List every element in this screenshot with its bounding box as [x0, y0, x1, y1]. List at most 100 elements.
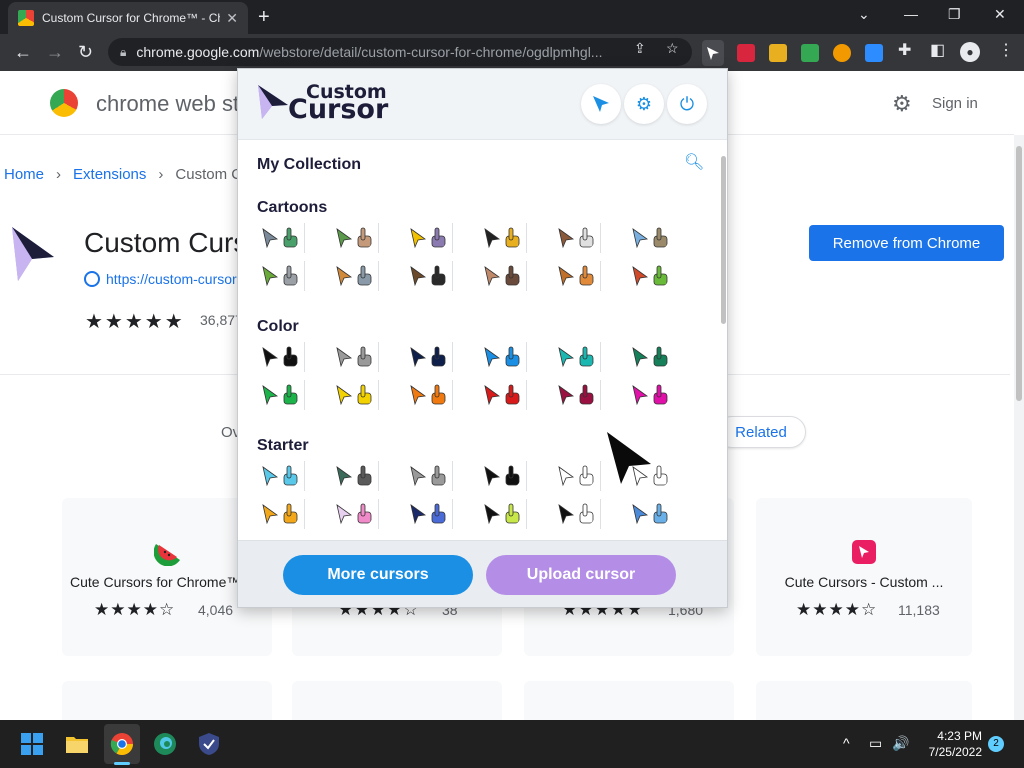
cursor-option[interactable]: [331, 223, 379, 253]
power-button[interactable]: ⏻: [667, 84, 707, 124]
lock-icon[interactable]: 🔒︎: [120, 45, 126, 60]
cursor-option[interactable]: [627, 499, 675, 529]
extension-rating-stars: ★★★★★: [85, 311, 185, 333]
cursor-option[interactable]: [627, 261, 675, 291]
cursor-option[interactable]: [553, 461, 601, 491]
tab-close-icon[interactable]: ✕: [226, 10, 238, 27]
puzzle-icon[interactable]: ✚: [898, 40, 911, 60]
my-collection-heading[interactable]: My Collection: [257, 156, 361, 174]
cursor-option[interactable]: [257, 380, 305, 410]
cursor-option[interactable]: [553, 342, 601, 372]
cursor-option[interactable]: [405, 380, 453, 410]
arrow-cursor-icon: [410, 385, 427, 406]
arrow-cursor-icon: [558, 466, 575, 487]
cursor-option[interactable]: [405, 499, 453, 529]
notification-badge[interactable]: 2: [988, 736, 1004, 752]
cursor-option[interactable]: [405, 261, 453, 291]
cursor-option[interactable]: [331, 499, 379, 529]
file-explorer-icon[interactable]: [65, 732, 89, 756]
cursor-option[interactable]: [627, 380, 675, 410]
cursor-option[interactable]: [553, 223, 601, 253]
arrow-cursor-icon: [262, 385, 279, 406]
gear-icon[interactable]: ⚙: [892, 91, 912, 117]
browser-tab[interactable]: Custom Cursor for Chrome™ - Ch ✕: [8, 2, 248, 34]
cursor-option[interactable]: [627, 223, 675, 253]
cursor-option[interactable]: [331, 380, 379, 410]
cursor-option[interactable]: [257, 461, 305, 491]
hand-cursor-icon: [283, 384, 298, 405]
search-icon[interactable]: 🔍︎: [684, 152, 704, 172]
cursor-option[interactable]: [405, 461, 453, 491]
reload-button[interactable]: ↻: [78, 42, 93, 62]
windows-start-icon[interactable]: [20, 732, 44, 756]
extension-orange-icon[interactable]: [833, 44, 851, 62]
cursor-option[interactable]: [553, 261, 601, 291]
cursor-option[interactable]: [479, 380, 527, 410]
extension-green-icon[interactable]: [801, 44, 819, 62]
cursor-option[interactable]: [331, 342, 379, 372]
volume-icon[interactable]: 🔊: [892, 735, 909, 752]
breadcrumb-extensions[interactable]: Extensions: [73, 166, 146, 183]
more-cursors-button[interactable]: More cursors: [283, 555, 473, 595]
forward-button[interactable]: →: [46, 42, 64, 62]
back-button[interactable]: ←: [14, 42, 32, 62]
shield-app-icon[interactable]: [197, 732, 221, 756]
related-card[interactable]: [292, 681, 502, 720]
menu-icon[interactable]: ⋮: [998, 40, 1014, 60]
edge-icon[interactable]: [153, 732, 177, 756]
cursor-option[interactable]: [479, 461, 527, 491]
minimize-button[interactable]: —: [904, 6, 918, 22]
extension-yellow-icon[interactable]: [769, 44, 787, 62]
cursor-option[interactable]: [553, 380, 601, 410]
cursor-option[interactable]: [553, 499, 601, 529]
restore-button[interactable]: ❐: [948, 6, 961, 23]
custom-cursor-extension-icon[interactable]: [702, 40, 724, 66]
tab-related[interactable]: Related: [716, 416, 806, 448]
related-card[interactable]: Cute Cursors - Custom ... ★★★★☆ 11,183: [756, 498, 972, 656]
related-card[interactable]: [62, 681, 272, 720]
breadcrumb-home[interactable]: Home: [4, 166, 44, 183]
cursor-option[interactable]: [627, 342, 675, 372]
cursor-option[interactable]: [257, 342, 305, 372]
cursor-option[interactable]: [257, 223, 305, 253]
cursor-option[interactable]: [405, 342, 453, 372]
popup-scrollbar[interactable]: [721, 156, 726, 324]
cursor-option[interactable]: [479, 223, 527, 253]
related-card[interactable]: [524, 681, 734, 720]
cursor-option[interactable]: [331, 261, 379, 291]
cursor-option[interactable]: [479, 261, 527, 291]
cursor-option[interactable]: [331, 461, 379, 491]
remove-from-chrome-button[interactable]: Remove from Chrome: [809, 225, 1004, 261]
chrome-icon[interactable]: [110, 732, 134, 756]
sidepanel-icon[interactable]: ◧: [930, 40, 945, 60]
cursor-toggle-button[interactable]: [581, 84, 621, 124]
settings-button[interactable]: ⚙: [624, 84, 664, 124]
arrow-cursor-icon: [336, 385, 353, 406]
new-tab-button[interactable]: +: [258, 6, 270, 29]
zoom-extension-icon[interactable]: [865, 44, 883, 62]
bookmark-star-icon[interactable]: ☆: [666, 40, 679, 57]
cursor-option[interactable]: [479, 342, 527, 372]
signin-link[interactable]: Sign in: [932, 95, 978, 112]
arrow-cursor-icon: [558, 266, 575, 287]
cursor-option[interactable]: [479, 499, 527, 529]
address-bar[interactable]: 🔒︎ chrome.google.com /webstore/detail/cu…: [108, 38, 692, 66]
webstore-logo-icon[interactable]: [50, 89, 78, 117]
upload-cursor-button[interactable]: Upload cursor: [486, 555, 676, 595]
page-scrollbar-thumb[interactable]: [1016, 146, 1022, 401]
tab-search-icon[interactable]: ⌄: [858, 6, 870, 23]
cursor-option[interactable]: [257, 499, 305, 529]
arrow-cursor-icon: [632, 266, 649, 287]
power-icon: ⏻: [679, 93, 695, 114]
profile-icon[interactable]: ●: [960, 42, 980, 62]
tray-overflow-icon[interactable]: ^: [843, 735, 850, 751]
related-card[interactable]: [756, 681, 972, 720]
hand-cursor-icon: [505, 384, 520, 405]
clock[interactable]: 4:23 PM 7/25/2022: [910, 728, 982, 760]
network-icon[interactable]: ▭: [869, 735, 882, 752]
cursor-option[interactable]: [405, 223, 453, 253]
extension-red-icon[interactable]: [737, 44, 755, 62]
share-icon[interactable]: ⇪: [634, 40, 646, 57]
close-window-button[interactable]: ✕: [994, 6, 1006, 23]
cursor-option[interactable]: [257, 261, 305, 291]
